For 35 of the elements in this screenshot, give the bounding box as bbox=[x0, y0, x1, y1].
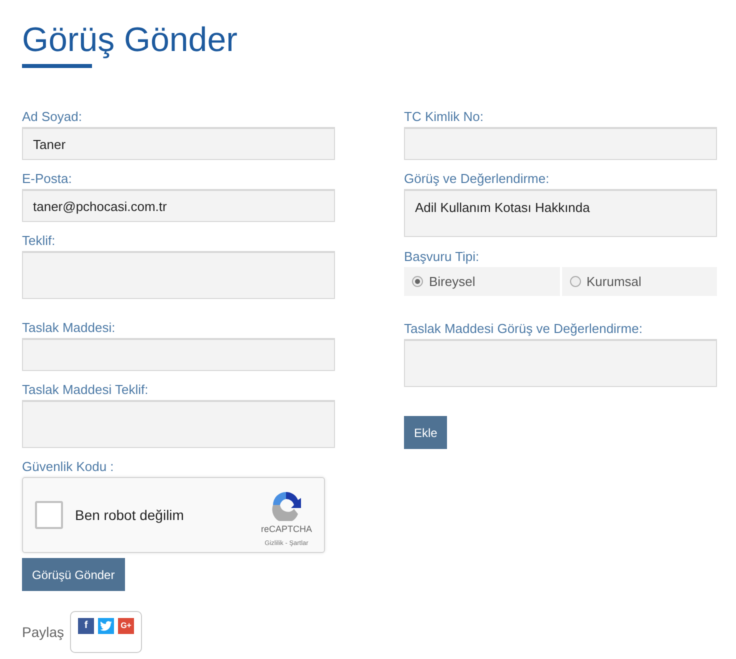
field-label: Taslak Maddesi: bbox=[22, 319, 116, 337]
field-label: Teklif: bbox=[22, 232, 56, 250]
input-field[interactable] bbox=[22, 338, 335, 371]
field-label: Taslak Maddesi Teklif: bbox=[22, 381, 150, 399]
captcha-text: Ben robot değilim bbox=[75, 506, 185, 525]
page-title: Görüş Gönder bbox=[22, 20, 238, 60]
field-label: TC Kimlik No: bbox=[404, 108, 484, 126]
input-field[interactable]: Taner bbox=[22, 127, 335, 160]
field-label: Ad Soyad: bbox=[22, 108, 83, 126]
radio-label: Kurumsal bbox=[586, 272, 642, 291]
radio-button[interactable] bbox=[412, 276, 423, 287]
text-area[interactable] bbox=[404, 339, 717, 387]
field-label: Görüş ve Değerlendirme: bbox=[404, 170, 550, 188]
input-field[interactable] bbox=[404, 127, 717, 160]
title-underline bbox=[22, 64, 92, 68]
field-label: Başvuru Tipi: bbox=[404, 248, 480, 266]
share-label: Paylaş bbox=[22, 622, 64, 642]
radio-option[interactable]: Kurumsal bbox=[562, 267, 717, 296]
text-area[interactable] bbox=[22, 400, 335, 448]
google-plus-button[interactable]: G+ bbox=[118, 618, 134, 634]
facebook-button[interactable]: f bbox=[78, 618, 94, 634]
field-label: Güvenlik Kodu : bbox=[22, 458, 115, 476]
radio-button[interactable] bbox=[570, 276, 580, 287]
twitter-button[interactable] bbox=[98, 618, 114, 634]
text-area[interactable] bbox=[22, 251, 335, 299]
input-field[interactable]: taner@pchocasi.com.tr bbox=[22, 189, 335, 222]
add-button[interactable]: Ekle bbox=[404, 416, 448, 449]
captcha-checkbox[interactable] bbox=[35, 501, 63, 529]
radio-option[interactable]: Bireysel bbox=[404, 267, 560, 296]
submit-button[interactable]: Görüşü Gönder bbox=[22, 558, 125, 591]
radio-label: Bireysel bbox=[429, 272, 476, 291]
field-label: Taslak Maddesi Görüş ve Değerlendirme: bbox=[404, 320, 644, 338]
captcha-brand: reCAPTCHA bbox=[260, 522, 312, 536]
field-label: E-Posta: bbox=[22, 170, 73, 188]
text-area[interactable]: Adil Kullanım Kotası Hakkında bbox=[404, 189, 717, 237]
